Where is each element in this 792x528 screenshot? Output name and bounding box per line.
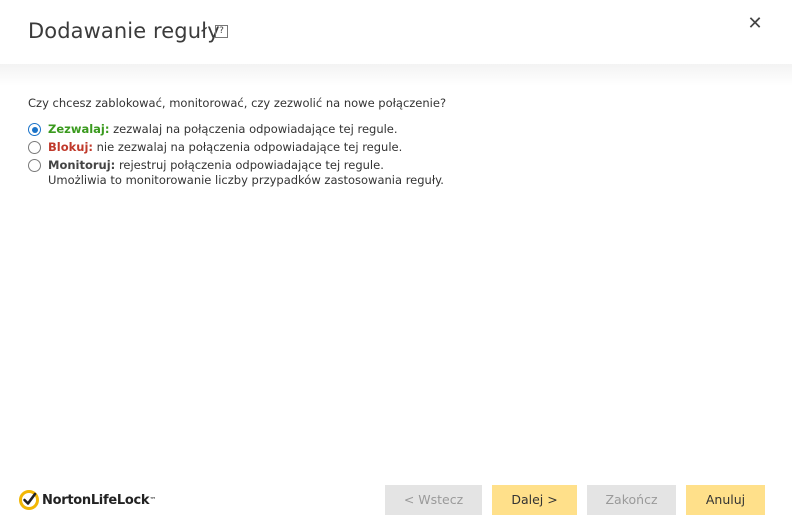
norton-logo: NortonLifeLock ™ (18, 489, 156, 511)
close-icon[interactable]: ✕ (745, 14, 765, 34)
allow-label: Zezwalaj: (48, 122, 110, 136)
block-label: Blokuj: (48, 140, 93, 154)
dialog-header: Dodawanie reguły ? ✕ (0, 0, 792, 64)
question-text: Czy chcesz zablokować, monitorować, czy … (28, 96, 447, 110)
block-radio[interactable] (28, 141, 41, 154)
header-divider (0, 64, 792, 86)
allow-radio[interactable] (28, 123, 41, 136)
dialog-title: Dodawanie reguły (28, 19, 220, 43)
finish-button[interactable]: Zakończ (587, 485, 676, 515)
block-description: nie zezwalaj na połączenia odpowiadające… (96, 140, 403, 154)
monitor-description: rejestruj połączenia odpowiadające tej r… (118, 158, 384, 172)
monitor-label: Monitoruj: (48, 158, 116, 172)
next-button[interactable]: Dalej > (492, 485, 577, 515)
monitor-note: Umożliwia to monitorowanie liczby przypa… (48, 173, 444, 187)
back-button[interactable]: < Wstecz (385, 485, 482, 515)
brand-name: NortonLifeLock (42, 492, 150, 508)
norton-check-icon (19, 490, 39, 510)
allow-description: zezwalaj na połączenia odpowiadające tej… (113, 122, 398, 136)
cancel-button[interactable]: Anuluj (686, 485, 765, 515)
brand-tm: ™ (149, 496, 157, 504)
monitor-radio[interactable] (28, 159, 41, 172)
help-icon[interactable]: ? (215, 25, 228, 38)
